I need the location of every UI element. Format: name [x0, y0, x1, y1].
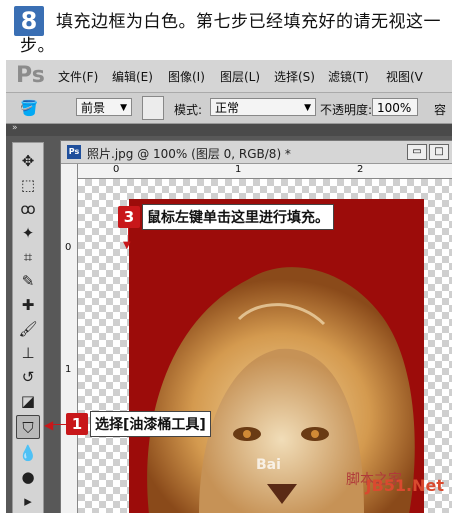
step-badge: 8 [14, 6, 44, 36]
mode-select[interactable]: 正常 ▼ [210, 98, 316, 116]
horizontal-ruler: 0 1 2 [77, 164, 452, 179]
menu-layer[interactable]: 图层(L) [220, 68, 260, 85]
chevron-down-icon: ▼ [120, 103, 127, 113]
options-bar: 🪣 前景 ▼ 模式: 正常 ▼ 不透明度: 100% 容 [6, 93, 452, 124]
dodge-icon[interactable]: ● [16, 465, 40, 489]
brush-icon[interactable]: 🖌 [16, 317, 40, 341]
ps-logo: Ps [16, 63, 45, 88]
baidu-watermark: Bai [256, 457, 281, 473]
menu-view[interactable]: 视图(V [386, 68, 423, 85]
magic-wand-icon[interactable]: ✦ [16, 221, 40, 245]
document-titlebar[interactable]: Ps 照片.jpg @ 100% (图层 0, RGB/8) * ▭ □ [61, 141, 452, 164]
minimize-button[interactable]: ▭ [407, 144, 427, 160]
document-title: 照片.jpg @ 100% (图层 0, RGB/8) * [87, 147, 291, 161]
menu-edit[interactable]: 编辑(E) [112, 68, 153, 85]
ruler-tick: 1 [235, 164, 242, 175]
callout-arrow-line [52, 424, 66, 425]
chevron-down-icon: ▼ [304, 103, 311, 113]
site-watermark-en: JB51.Net [365, 476, 444, 495]
healing-brush-icon[interactable]: ✚ [16, 293, 40, 317]
ruler-tick: 0 [65, 242, 72, 253]
photoshop-window: Ps 文件(F) 编辑(E) 图像(I) 图层(L) 选择(S) 滤镜(T) 视… [6, 60, 452, 513]
crop-icon[interactable]: ⌗ [16, 245, 40, 269]
maximize-button[interactable]: □ [429, 144, 449, 160]
ps-document-icon: Ps [67, 145, 81, 159]
move-icon[interactable]: ✥ [16, 149, 40, 173]
callout-text-select-bucket: 选择[油漆桶工具] [90, 411, 211, 437]
panel-strip: » [6, 123, 452, 136]
callout-number-3: 3 [118, 206, 140, 228]
opacity-label: 不透明度: [320, 103, 373, 117]
callout-text-fill-here: 鼠标左键单击这里进行填充。 [142, 204, 334, 230]
ruler-tick: 1 [65, 364, 72, 375]
ruler-tick: 2 [357, 164, 364, 175]
menu-image[interactable]: 图像(I) [168, 68, 205, 85]
arrow-down-icon: ▼ [123, 240, 131, 251]
paint-bucket-preset-icon[interactable]: 🪣 [16, 97, 42, 119]
tolerance-label: 容 [434, 103, 447, 117]
ruler-tick: 0 [113, 164, 120, 175]
collapse-icon[interactable]: » [12, 123, 18, 133]
pattern-picker[interactable] [142, 96, 164, 120]
menu-bar: Ps 文件(F) 编辑(E) 图像(I) 图层(L) 选择(S) 滤镜(T) 视… [6, 60, 452, 93]
menu-file[interactable]: 文件(F) [58, 68, 98, 85]
lasso-icon[interactable]: ꝏ [16, 197, 40, 221]
tools-panel: ✥ ⬚ ꝏ ✦ ⌗ ✎ ✚ 🖌 ⊥ ↺ ◪ ⛉ 💧 ● ▸ [12, 142, 44, 513]
callout-number-1: 1 [66, 413, 88, 435]
menu-select[interactable]: 选择(S) [274, 68, 315, 85]
marquee-icon[interactable]: ⬚ [16, 173, 40, 197]
blur-icon[interactable]: 💧 [16, 441, 40, 465]
paint-bucket-icon[interactable]: ⛉ [16, 415, 40, 439]
eraser-icon[interactable]: ◪ [16, 389, 40, 413]
menu-filter[interactable]: 滤镜(T) [328, 68, 369, 85]
fill-source-value: 前景 [81, 101, 106, 115]
stamp-icon[interactable]: ⊥ [16, 341, 40, 365]
opacity-input[interactable]: 100% [372, 98, 418, 116]
instruction-text: 填充边框为白色。第七步已经填充好的请无视这一步。 [20, 12, 441, 56]
path-select-icon[interactable]: ▸ [16, 489, 40, 513]
mode-label: 模式: [174, 103, 203, 117]
eyedropper-icon[interactable]: ✎ [16, 269, 40, 293]
fill-source-select[interactable]: 前景 ▼ [76, 98, 132, 116]
mode-value: 正常 [215, 101, 240, 115]
arrow-left-icon: ◀ [44, 418, 54, 432]
history-brush-icon[interactable]: ↺ [16, 365, 40, 389]
vertical-ruler: 0 1 [61, 164, 78, 513]
